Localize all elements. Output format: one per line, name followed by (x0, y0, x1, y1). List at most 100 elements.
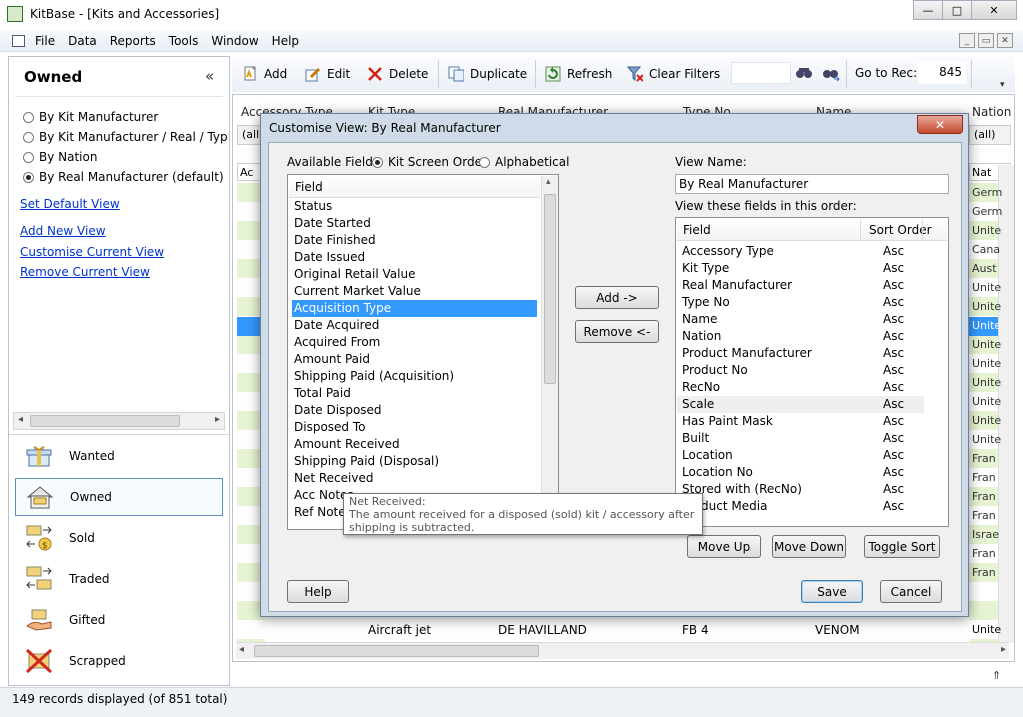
panel-scrollbar[interactable]: ◂ ▸ (13, 412, 225, 430)
nav-wanted[interactable]: Wanted (15, 437, 223, 475)
save-button[interactable]: Save (801, 580, 863, 603)
column-header-nation[interactable]: Nation (972, 105, 1011, 119)
nation-cell[interactable]: Unite (972, 224, 1001, 237)
cell-real-manufacturer[interactable]: DE HAVILLAND (498, 623, 587, 637)
close-button[interactable]: ✕ (971, 0, 1017, 20)
nation-cell[interactable]: Unite (972, 281, 1001, 294)
view-fields-list[interactable]: Field Sort Order Accessory Type Asc Kit Ty… (675, 217, 949, 527)
view-field-item[interactable]: Location No (682, 465, 753, 479)
remove-field-button[interactable]: Remove <- (575, 320, 659, 343)
mdi-minimize-icon[interactable]: _ (959, 33, 975, 48)
maximize-button[interactable]: □ (942, 0, 972, 20)
nation-cell[interactable]: Fran (972, 471, 996, 484)
toolbar-overflow-icon[interactable]: ▾ (1000, 80, 1005, 90)
help-button[interactable]: Help (287, 580, 349, 603)
view-field-sort[interactable]: Asc (883, 482, 904, 496)
view-field-item[interactable]: Location (682, 448, 733, 462)
view-field-item[interactable]: Product Manufacturer (682, 346, 812, 360)
order-alphabetical-option[interactable]: Alphabetical (479, 155, 569, 169)
nav-scrapped[interactable]: Scrapped (15, 642, 223, 680)
clear-filters-button[interactable]: Clear Filters (627, 66, 720, 82)
mdi-restore-icon[interactable]: ▭ (978, 33, 994, 48)
nav-traded[interactable]: Traded (15, 560, 223, 598)
nation-cell[interactable]: Aust (972, 262, 997, 275)
view-option-by-real-manufacturer[interactable]: By Real Manufacturer (default) (23, 170, 224, 184)
nation-cell[interactable]: Germ (972, 205, 1002, 218)
nation-cell[interactable]: Cana (972, 243, 1000, 256)
nation-cell[interactable]: Fran (972, 490, 996, 503)
available-field-item[interactable]: Amount Paid (294, 352, 370, 366)
collapse-panel-icon[interactable]: « (205, 67, 214, 85)
mdi-close-icon[interactable]: ✕ (997, 33, 1013, 48)
nation-cell[interactable]: Unite (972, 300, 1001, 313)
view-field-item[interactable]: RecNo (682, 380, 720, 394)
view-field-sort[interactable]: Asc (883, 295, 904, 309)
available-field-item[interactable]: Total Paid (294, 386, 351, 400)
cell-kit-type[interactable]: Aircraft jet (368, 623, 431, 637)
nation-cell[interactable]: Unite (972, 395, 1001, 408)
refresh-button[interactable]: Refresh (545, 66, 612, 82)
menu-file[interactable]: File (35, 34, 55, 48)
search-icon[interactable] (795, 66, 813, 85)
menu-tools[interactable]: Tools (169, 34, 199, 48)
view-field-item[interactable]: Scale (682, 397, 714, 411)
nation-cell[interactable]: Unite (972, 319, 1001, 332)
view-field-item[interactable]: Type No (682, 295, 730, 309)
view-field-sort[interactable]: Asc (883, 397, 904, 411)
nation-cell[interactable]: Fran (972, 509, 996, 522)
search-next-icon[interactable] (822, 66, 840, 85)
available-field-item[interactable]: Acquisition Type (294, 301, 391, 315)
view-field-item[interactable]: Kit Type (682, 261, 729, 275)
available-field-item[interactable]: Disposed To (294, 420, 365, 434)
add-field-button[interactable]: Add -> (575, 286, 659, 309)
order-kit-screen-option[interactable]: Kit Screen Order (372, 155, 487, 169)
cell-type-no[interactable]: FB 4 (682, 623, 709, 637)
move-down-button[interactable]: Move Down (772, 535, 846, 558)
available-field-item[interactable]: Shipping Paid (Disposal) (294, 454, 439, 468)
available-field-item[interactable]: Acquired From (294, 335, 380, 349)
nav-sold[interactable]: $ Sold (15, 519, 223, 557)
view-field-sort[interactable]: Asc (883, 465, 904, 479)
view-field-sort[interactable]: Asc (883, 312, 904, 326)
add-button[interactable]: Add (242, 66, 287, 82)
view-field-sort[interactable]: Asc (883, 363, 904, 377)
nation-cell[interactable]: Unite (972, 414, 1001, 427)
available-field-item[interactable]: Date Disposed (294, 403, 382, 417)
nation-cell[interactable]: Unite (972, 357, 1001, 370)
available-field-item[interactable]: Current Market Value (294, 284, 421, 298)
view-field-sort[interactable]: Asc (883, 499, 904, 513)
available-field-item[interactable]: Date Issued (294, 250, 365, 264)
available-field-item[interactable]: Amount Received (294, 437, 400, 451)
available-fields-list[interactable]: Field Status Date Started Date Finished Dat… (287, 174, 559, 530)
view-field-item[interactable]: Nation (682, 329, 721, 343)
available-field-item[interactable]: Status (294, 199, 332, 213)
available-field-item[interactable]: Net Received (294, 471, 373, 485)
view-option-by-kit-manufacturer[interactable]: By Kit Manufacturer (23, 110, 158, 124)
nation-cell[interactable]: Unite (972, 338, 1001, 351)
view-field-sort[interactable]: Asc (883, 346, 904, 360)
set-default-view-link[interactable]: Set Default View (20, 197, 120, 211)
expand-icon[interactable]: ⇑ (992, 669, 1001, 682)
filter-nation[interactable]: (all) (969, 125, 1011, 145)
nation-cell[interactable]: Fran (972, 452, 996, 465)
view-name-input[interactable]: By Real Manufacturer (675, 174, 949, 194)
view-option-by-kit-real-type[interactable]: By Kit Manufacturer / Real / Type No / (23, 130, 227, 144)
customise-view-link[interactable]: Customise Current View (20, 245, 164, 259)
nav-gifted[interactable]: Gifted (15, 601, 223, 639)
edit-button[interactable]: Edit (305, 66, 350, 82)
view-option-by-nation[interactable]: By Nation (23, 150, 97, 164)
move-up-button[interactable]: Move Up (687, 535, 761, 558)
view-field-sort[interactable]: Asc (883, 380, 904, 394)
nation-cell[interactable]: Germ (972, 186, 1002, 199)
cancel-button[interactable]: Cancel (880, 580, 942, 603)
available-field-item[interactable]: Shipping Paid (Acquisition) (294, 369, 454, 383)
cell-nation[interactable]: Unite (972, 623, 1001, 636)
view-field-sort[interactable]: Asc (883, 431, 904, 445)
view-field-item[interactable]: Accessory Type (682, 244, 774, 258)
grid-hscrollbar[interactable]: ◂ ▸ (236, 642, 1009, 659)
view-field-item[interactable]: Real Manufacturer (682, 278, 792, 292)
nation-cell[interactable]: Unite (972, 376, 1001, 389)
available-field-item[interactable]: Date Acquired (294, 318, 379, 332)
add-new-view-link[interactable]: Add New View (20, 224, 106, 238)
available-field-item[interactable]: Date Started (294, 216, 371, 230)
